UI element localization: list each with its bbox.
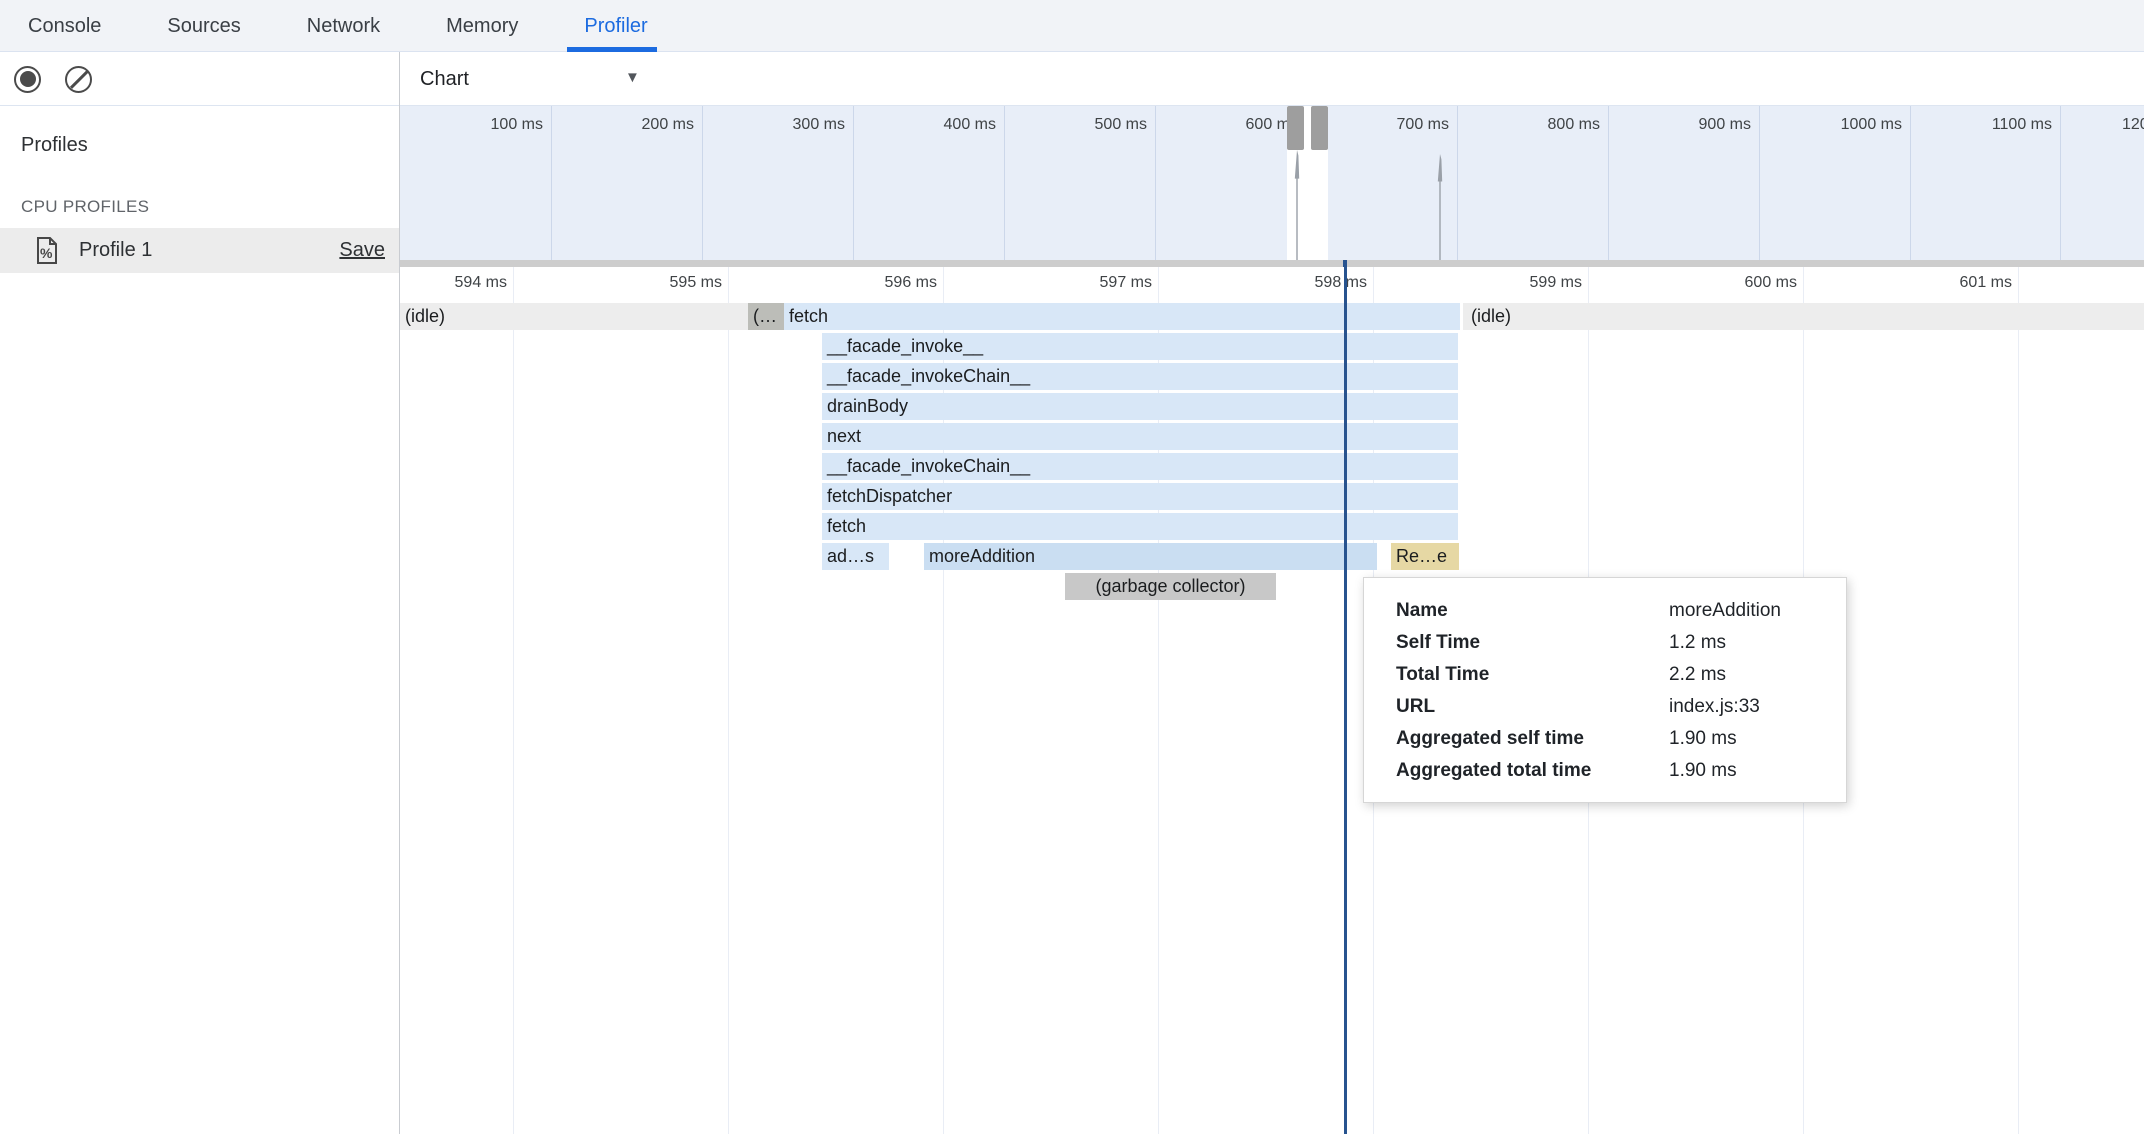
selection-handle-left[interactable]: [1287, 106, 1304, 150]
overview-tick-label: 100 ms: [400, 116, 543, 134]
tab-profiler[interactable]: Profiler: [584, 0, 647, 52]
overview-tick-label: 1000 ms: [1752, 116, 1902, 134]
frame-details-tooltip: Name moreAddition Self Time 1.2 ms Total…: [1363, 577, 1847, 803]
ruler-tick-label: 594 ms: [400, 274, 507, 292]
profiler-toolbar-left: [0, 52, 400, 106]
flame-bar-idle[interactable]: (idle): [400, 303, 748, 330]
overview-tick-label: 500 ms: [997, 116, 1147, 134]
tab-memory[interactable]: Memory: [446, 0, 518, 52]
tooltip-label: Aggregated self time: [1396, 723, 1669, 755]
tooltip-label: Total Time: [1396, 659, 1669, 691]
overview-tick-label: 400 ms: [846, 116, 996, 134]
flame-bar-fetchdispatcher[interactable]: fetchDispatcher: [822, 483, 1458, 510]
flame-bar-next[interactable]: next: [822, 423, 1458, 450]
flame-gridline: [2018, 267, 2019, 1134]
tab-network[interactable]: Network: [307, 0, 380, 52]
cpu-profiles-section-label: CPU PROFILES: [21, 197, 149, 217]
ruler-tick-label: 596 ms: [787, 274, 937, 292]
tooltip-label: URL: [1396, 691, 1669, 723]
tooltip-row: Aggregated self time 1.90 ms: [1396, 723, 1828, 755]
tooltip-label: Aggregated total time: [1396, 755, 1669, 787]
save-profile-link[interactable]: Save: [339, 239, 385, 262]
flame-bar-facade-invoke[interactable]: __facade_invoke__: [822, 333, 1458, 360]
profiles-sidebar: Profiles CPU PROFILES % Profile 1 Save: [0, 106, 400, 1134]
profile-name: Profile 1: [79, 239, 152, 262]
sidebar-heading: Profiles: [21, 134, 88, 157]
devtools-tab-bar: Console Sources Network Memory Profiler: [0, 0, 2144, 52]
cpu-activity-spike: [1435, 154, 1445, 260]
profile-list-item[interactable]: % Profile 1 Save: [0, 228, 399, 273]
tooltip-row: Name moreAddition: [1396, 595, 1828, 627]
flame-bar-fetch[interactable]: fetch: [784, 303, 1460, 330]
tooltip-row: URL index.js:33: [1396, 691, 1828, 723]
overview-gridline: [2060, 106, 2061, 260]
ruler-tick-label: 597 ms: [1002, 274, 1152, 292]
tooltip-value: 2.2 ms: [1669, 659, 1828, 691]
view-mode-dropdown[interactable]: Chart ▼: [420, 52, 680, 106]
overview-tick-label: 900 ms: [1601, 116, 1751, 134]
flame-bar-re[interactable]: Re…e: [1391, 543, 1459, 570]
tooltip-row: Aggregated total time 1.90 ms: [1396, 755, 1828, 787]
tooltip-label: Self Time: [1396, 627, 1669, 659]
overview-tick-label: 300 ms: [695, 116, 845, 134]
current-time-marker-line: [1344, 267, 1347, 1134]
ruler-tick-label: 595 ms: [572, 274, 722, 292]
flame-bar-idle[interactable]: (idle): [1463, 303, 2144, 330]
tooltip-row: Self Time 1.2 ms: [1396, 627, 1828, 659]
flame-bar-facade-invokechain[interactable]: __facade_invokeChain__: [822, 453, 1458, 480]
view-mode-label: Chart: [420, 68, 469, 91]
profile-document-icon: %: [36, 237, 58, 264]
overview-tick-label: 200 ms: [544, 116, 694, 134]
tab-sources[interactable]: Sources: [167, 0, 240, 52]
percent-glyph: %: [40, 245, 52, 261]
flame-bar-facade-invokechain[interactable]: __facade_invokeChain__: [822, 363, 1458, 390]
tooltip-value: 1.90 ms: [1669, 723, 1828, 755]
ruler-tick-label: 599 ms: [1432, 274, 1582, 292]
ruler-tick-label: 600 ms: [1647, 274, 1797, 292]
tooltip-value: 1.90 ms: [1669, 755, 1828, 787]
tab-console[interactable]: Console: [28, 0, 101, 52]
ruler-tick-label: 601 ms: [1862, 274, 2012, 292]
flame-bar-garbage-collector[interactable]: (garbage collector): [1065, 573, 1276, 600]
tooltip-row: Total Time 2.2 ms: [1396, 659, 1828, 691]
flame-bar-truncated[interactable]: (…: [748, 303, 784, 330]
flame-chart-panel: 100 ms 200 ms 300 ms 400 ms 500 ms 600 m…: [400, 106, 2144, 1134]
timeline-overview[interactable]: 100 ms 200 ms 300 ms 400 ms 500 ms 600 m…: [400, 106, 2144, 260]
flame-bar-additions[interactable]: ad…s: [822, 543, 889, 570]
flame-gridline: [728, 267, 729, 1134]
tooltip-value: 1.2 ms: [1669, 627, 1828, 659]
flame-bar-fetch[interactable]: fetch: [822, 513, 1458, 540]
clear-profiles-button[interactable]: [65, 66, 92, 93]
record-profile-button[interactable]: [14, 66, 41, 93]
tooltip-label: Name: [1396, 595, 1669, 627]
flame-bar-moreaddition[interactable]: moreAddition: [924, 543, 1377, 570]
overview-tick-label: 800 ms: [1450, 116, 1600, 134]
flame-gridline: [513, 267, 514, 1134]
current-time-tick: [1343, 260, 1347, 267]
overview-tick-label: 1100 ms: [1902, 116, 2052, 134]
overview-tick-label: 600 ms: [1148, 116, 1298, 134]
overview-divider-strip: [400, 260, 2144, 267]
tooltip-value: moreAddition: [1669, 595, 1828, 627]
flame-bar-drainbody[interactable]: drainBody: [822, 393, 1458, 420]
overview-tick-label: 1200 ms: [2122, 116, 2144, 134]
chevron-down-icon: ▼: [625, 69, 640, 86]
selection-handle-right[interactable]: [1311, 106, 1328, 150]
detail-time-ruler: 594 ms 595 ms 596 ms 597 ms 598 ms 599 m…: [400, 267, 2144, 300]
tooltip-value: index.js:33: [1669, 691, 1828, 723]
